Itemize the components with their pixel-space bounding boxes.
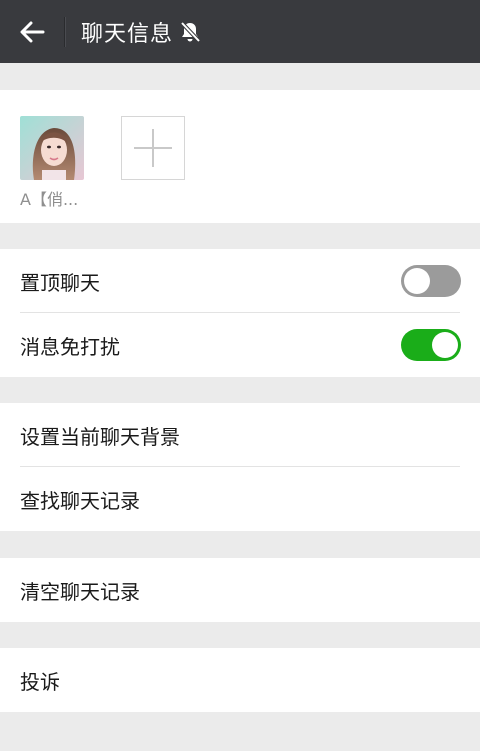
report-label: 投诉 <box>20 669 60 694</box>
set-background-label: 设置当前聊天背景 <box>20 424 180 449</box>
toggle-settings-section: 置顶聊天 消息免打扰 <box>0 249 480 377</box>
avatar[interactable] <box>20 116 84 180</box>
do-not-disturb-row: 消息免打扰 <box>0 313 480 377</box>
pin-chat-toggle[interactable] <box>401 265 461 297</box>
report-section: 投诉 <box>0 648 480 712</box>
page-title: 聊天信息 <box>81 21 174 47</box>
chat-options-section: 设置当前聊天背景 查找聊天记录 <box>0 403 480 531</box>
search-history-label: 查找聊天记录 <box>20 488 140 513</box>
pin-chat-row: 置顶聊天 <box>0 249 480 313</box>
toggle-knob <box>404 268 430 294</box>
top-bar: 聊天信息 <box>0 0 480 63</box>
search-history-row[interactable]: 查找聊天记录 <box>0 467 480 531</box>
clear-history-row[interactable]: 清空聊天记录 <box>0 558 480 622</box>
header-divider <box>64 16 65 47</box>
back-button[interactable] <box>0 0 64 63</box>
clear-history-section: 清空聊天记录 <box>0 558 480 622</box>
bell-off-icon <box>179 21 201 43</box>
pin-chat-label: 置顶聊天 <box>20 270 100 295</box>
member-name: A【俏... <box>20 190 79 209</box>
member-item[interactable]: A【俏... <box>20 116 84 210</box>
do-not-disturb-label: 消息免打扰 <box>20 334 120 359</box>
toggle-knob <box>432 332 458 358</box>
members-section: A【俏... <box>0 90 480 223</box>
clear-history-label: 清空聊天记录 <box>20 579 140 604</box>
do-not-disturb-toggle[interactable] <box>401 329 461 361</box>
arrow-left-icon <box>20 21 45 42</box>
set-background-row[interactable]: 设置当前聊天背景 <box>0 403 480 467</box>
add-member-button[interactable] <box>121 116 185 180</box>
report-row[interactable]: 投诉 <box>0 648 480 712</box>
